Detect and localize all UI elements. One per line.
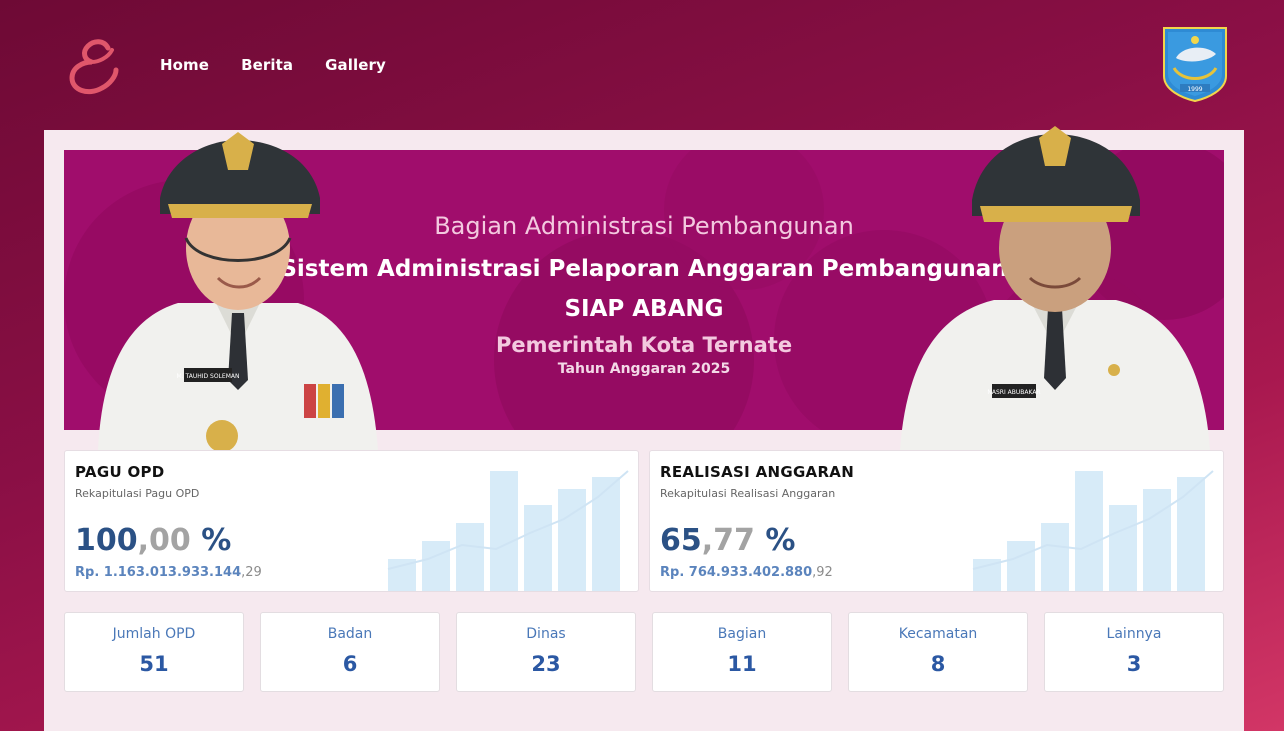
count-card-bagian[interactable]: Bagian 11 <box>652 612 832 692</box>
count-value: 23 <box>531 652 561 676</box>
count-label: Jumlah OPD <box>112 626 196 642</box>
count-value: 11 <box>727 652 757 676</box>
count-label: Lainnya <box>1106 626 1162 642</box>
count-value: 8 <box>930 652 946 676</box>
realisasi-title: REALISASI ANGGARAN <box>660 463 855 481</box>
svg-text:M. TAUHID SOLEMAN: M. TAUHID SOLEMAN <box>177 373 240 380</box>
count-label: Dinas <box>526 626 566 642</box>
count-label: Kecamatan <box>898 626 978 642</box>
pagu-percentage: 100,00 % <box>75 523 232 558</box>
vice-mayor-photo: NASRI ABUBAKAR <box>900 126 1210 450</box>
pagu-card[interactable]: PAGU OPD Rekapitulasi Pagu OPD 100,00 % … <box>64 450 639 592</box>
main-panel: Bagian Administrasi Pembangunan Sistem A… <box>44 126 1244 731</box>
realisasi-percentage: 65,77 % <box>660 523 796 558</box>
svg-text:1999: 1999 <box>1187 86 1202 93</box>
pagu-subtitle: Rekapitulasi Pagu OPD <box>75 487 200 500</box>
pagu-amount: Rp. 1.163.013.933.144,29 <box>75 565 262 580</box>
card-bar-chart-decoration <box>972 470 1214 591</box>
realisasi-card[interactable]: REALISASI ANGGARAN Rekapitulasi Realisas… <box>649 450 1224 592</box>
script-e-logo-icon[interactable] <box>64 34 126 98</box>
count-card-jumlah-opd[interactable]: Jumlah OPD 51 <box>64 612 244 692</box>
count-value: 51 <box>139 652 169 676</box>
count-value: 6 <box>342 652 358 676</box>
count-card-badan[interactable]: Badan 6 <box>260 612 440 692</box>
nav-berita-link[interactable]: Berita <box>241 56 293 74</box>
count-card-kecamatan[interactable]: Kecamatan 8 <box>848 612 1028 692</box>
svg-text:NASRI ABUBAKAR: NASRI ABUBAKAR <box>987 389 1040 396</box>
realisasi-amount: Rp. 764.933.402.880,92 <box>660 565 833 580</box>
count-value: 3 <box>1126 652 1142 676</box>
mayor-photo: M. TAUHID SOLEMAN <box>98 132 378 450</box>
ternate-crest-icon: 1999 <box>1163 27 1227 102</box>
card-bar-chart-decoration <box>387 470 629 591</box>
count-label: Bagian <box>717 626 767 642</box>
count-label: Badan <box>327 626 373 642</box>
nav-links: Home Berita Gallery <box>160 56 418 74</box>
pagu-title: PAGU OPD <box>75 463 165 481</box>
count-card-lainnya[interactable]: Lainnya 3 <box>1044 612 1224 692</box>
realisasi-subtitle: Rekapitulasi Realisasi Anggaran <box>660 487 836 500</box>
nav-gallery-link[interactable]: Gallery <box>325 56 386 74</box>
count-card-dinas[interactable]: Dinas 23 <box>456 612 636 692</box>
nav-home-link[interactable]: Home <box>160 56 209 74</box>
